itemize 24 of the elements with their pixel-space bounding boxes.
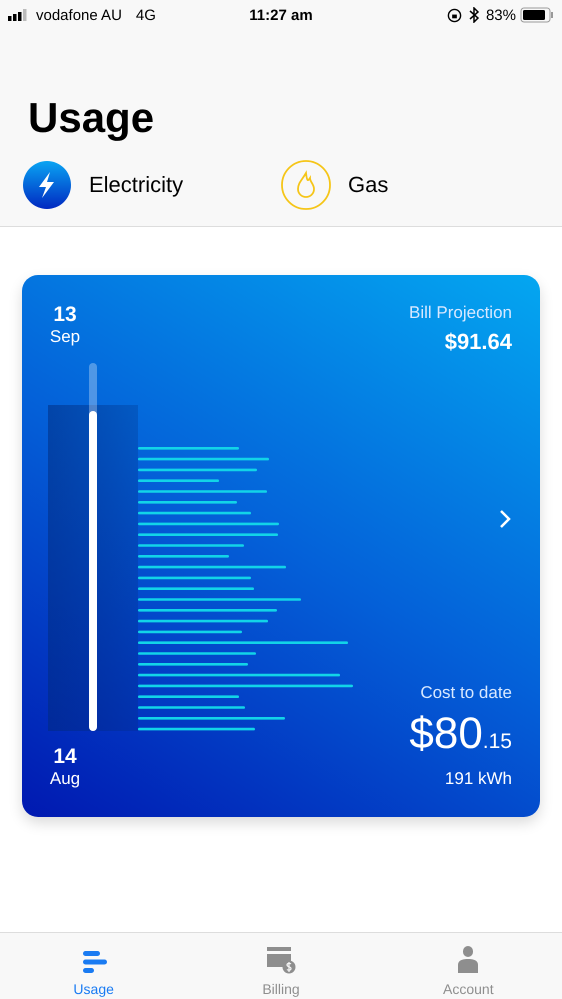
network-type: 4G	[136, 6, 156, 24]
energy-used: 191 kWh	[444, 769, 512, 789]
nav-tab[interactable]: Usage	[0, 933, 188, 999]
fuel-tab[interactable]: Gas	[281, 160, 540, 210]
cost-amount: $80.15	[409, 709, 512, 759]
end-month: Sep	[50, 327, 80, 347]
carrier-name: vodafone AU	[36, 6, 122, 24]
cost-label: Cost to date	[420, 683, 512, 703]
bluetooth-icon	[468, 7, 480, 23]
chevron-right-icon[interactable]	[498, 508, 512, 530]
battery-percent: 83%	[486, 6, 516, 24]
projection-amount: $91.64	[444, 329, 512, 355]
card-dollar-icon	[266, 945, 296, 975]
start-day: 14	[53, 745, 77, 769]
projection-label: Bill Projection	[409, 303, 512, 323]
page-title: Usage	[28, 94, 156, 142]
start-month: Aug	[50, 769, 80, 789]
clock-time: 11:27 am	[249, 6, 313, 24]
usage-card[interactable]: 13 Sep 14 Aug Bill Projection $91.64 Cost to date $80.15 191 kWh	[22, 275, 540, 817]
bars-icon	[80, 949, 107, 975]
end-day: 13	[53, 303, 77, 327]
rotation-lock-icon	[446, 8, 462, 22]
fuel-tab[interactable]: Electricity	[22, 160, 281, 210]
battery-icon	[520, 7, 554, 23]
